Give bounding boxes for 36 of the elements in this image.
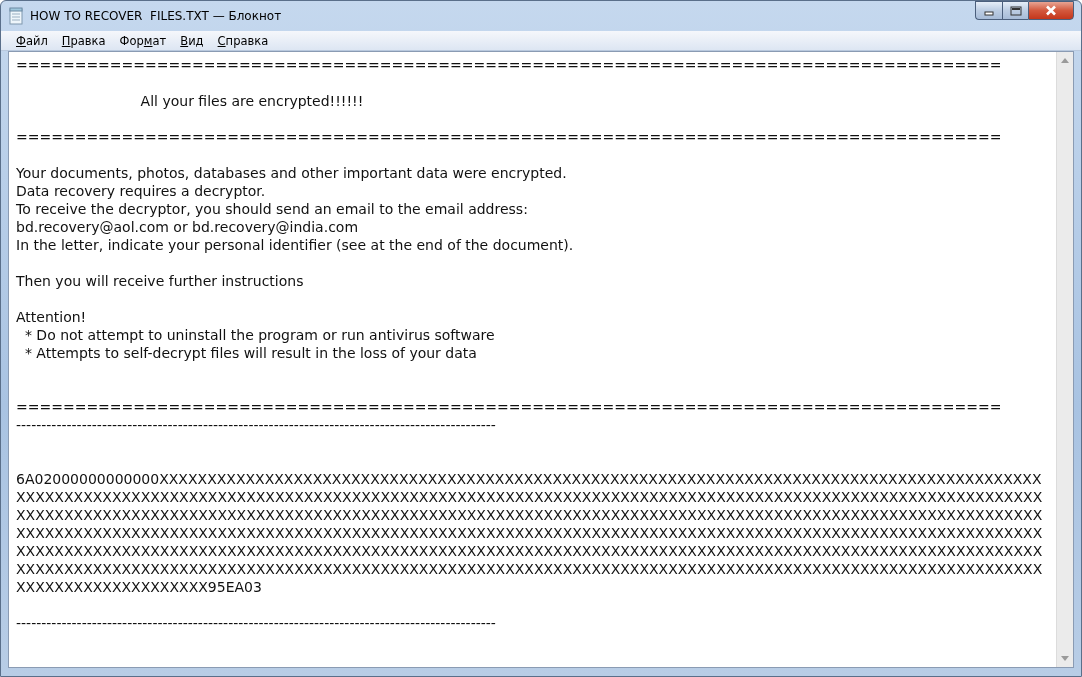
text-line: * Attempts to self-decrypt files will result in the loss of your data [23, 344, 477, 362]
menu-item[interactable]: Формат [112, 31, 174, 50]
text-line: bd.recovery@aol.com or bd.recovery@india.com [16, 218, 359, 236]
text-line: Attention! [16, 308, 87, 326]
window-title: HOW TO RECOVER FILES.TXT — Блокнот [30, 8, 282, 25]
text-line: Data recovery requires a decryptor. [16, 182, 266, 200]
minimize-button[interactable] [975, 1, 1002, 20]
text-line: XXXXXXXXXXXXXXXXXXXXXXXXXXXXXXXXXXXXXXXXXXXXXXXXXXXXXXXXXXXXXXXXXXXXXXXXXXXXXXXXXXXXXXXXXXXXXXXXXXXXXXXXXXX [16, 560, 1043, 578]
text-line: ----------------------------------------------------------------------------------------------- [16, 614, 496, 632]
text-line: ==================================================================================== [16, 128, 1002, 146]
text-line: XXXXXXXXXXXXXXXXXXXXXXXXXXXXXXXXXXXXXXXXXXXXXXXXXXXXXXXXXXXXXXXXXXXXXXXXXXXXXXXXXXXXXXXXXXXXXXXXXXXXXXXXXXX [16, 542, 1043, 560]
text-line: * Do not attempt to uninstall the program or run antivirus software [23, 326, 495, 344]
menu-item[interactable]: Файл [9, 31, 55, 50]
text-line: All your files are encrypted!!!!!! [139, 92, 364, 110]
menu-item[interactable]: Вид [173, 31, 211, 50]
maximize-button[interactable] [1002, 1, 1028, 20]
text-line: 6A02000000000000XXXXXXXXXXXXXXXXXXXXXXXXXXXXXXXXXXXXXXXXXXXXXXXXXXXXXXXXXXXXXXXXXXXXXXXXXXXXXXXXXXXXXXXXXXXX [16, 470, 1042, 488]
text-line: XXXXXXXXXXXXXXXXXXXXXXXXXXXXXXXXXXXXXXXXXXXXXXXXXXXXXXXXXXXXXXXXXXXXXXXXXXXXXXXXXXXXXXXXXXXXXXXXXXXXXXXXXXX [16, 524, 1043, 542]
caret-down-icon [1061, 656, 1069, 661]
text-line: Then you will receive further instructions [16, 272, 304, 290]
text-line: ==================================================================================== [16, 56, 1002, 74]
notepad-icon [8, 7, 24, 25]
text-line: XXXXXXXXXXXXXXXXXXXXXXXXXXXXXXXXXXXXXXXXXXXXXXXXXXXXXXXXXXXXXXXXXXXXXXXXXXXXXXXXXXXXXXXXXXXXXXXXXXXXXXXXXXX [16, 506, 1043, 524]
text-line: ----------------------------------------------------------------------------------------------- [16, 416, 496, 434]
text-line: To receive the decryptor, you should send an email to the email address: [16, 200, 528, 218]
text-line: Your documents, photos, databases and other important data were encrypted. [16, 164, 567, 182]
menu-item[interactable]: Справка [210, 31, 276, 50]
text-line: XXXXXXXXXXXXXXXXXXXXXXXXXXXXXXXXXXXXXXXXXXXXXXXXXXXXXXXXXXXXXXXXXXXXXXXXXXXXXXXXXXXXXXXXXXXXXXXXXXXXXXXXXXX [16, 488, 1043, 506]
caret-up-icon [1061, 58, 1069, 63]
text-line: XXXXXXXXXXXXXXXXXXXX95EA03 [16, 578, 262, 596]
close-icon [1045, 5, 1057, 16]
maximize-icon [1009, 5, 1022, 16]
close-button[interactable] [1028, 1, 1074, 20]
text-line: ==================================================================================== [16, 398, 1002, 416]
menu-item[interactable]: Правка [54, 31, 113, 50]
text-line: In the letter, indicate your personal identifier (see at the end of the document). [16, 236, 574, 254]
